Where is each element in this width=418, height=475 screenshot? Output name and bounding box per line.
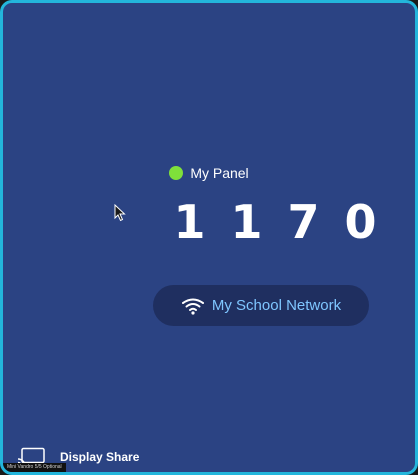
status-dot-icon: [169, 166, 184, 180]
connection-code: 1 1 7 0: [161, 195, 389, 249]
display-share-label: Display Share: [60, 450, 140, 464]
code-digit: 1: [230, 195, 263, 249]
panel-name: My Panel: [190, 165, 249, 181]
code-digit: 7: [287, 195, 320, 249]
code-digit: 1: [173, 195, 206, 249]
display-share-window: My Panel 1 1 7 0 My School Network Displ…: [0, 0, 418, 475]
code-digit: 0: [344, 195, 377, 249]
network-button[interactable]: My School Network: [153, 285, 369, 326]
wifi-icon: [181, 297, 205, 315]
network-name: My School Network: [211, 297, 342, 314]
mouse-cursor-icon: [114, 203, 126, 227]
panel-status: My Panel: [3, 165, 415, 181]
device-caption: Mini Vandro 5/5 Optional: [3, 463, 66, 472]
